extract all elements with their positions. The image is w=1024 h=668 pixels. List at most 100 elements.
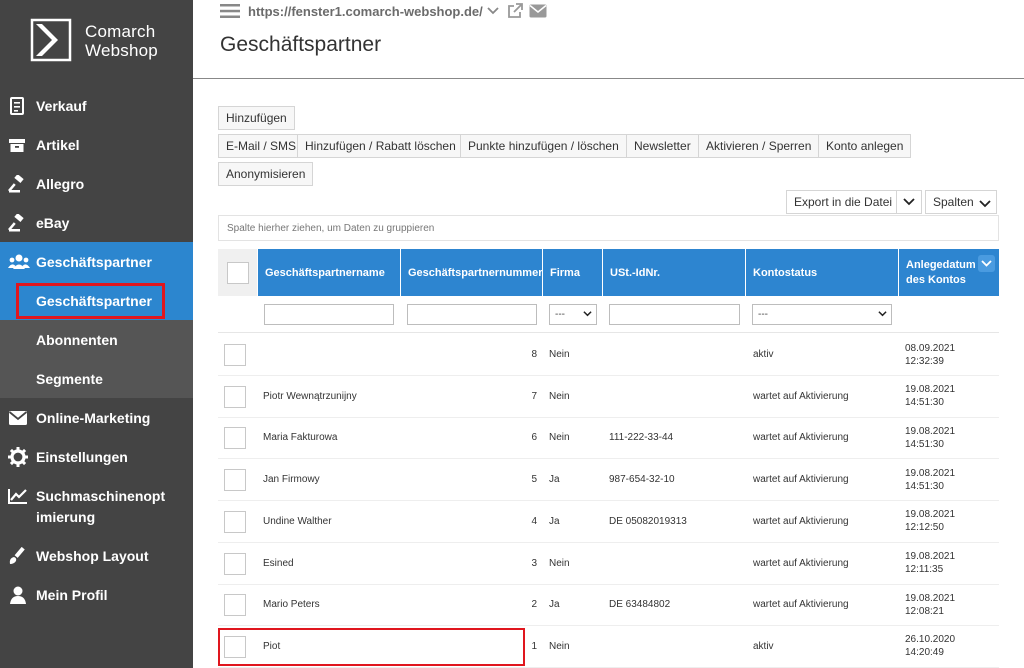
cell-company: Nein [549, 557, 570, 569]
sidebar-item-ebay[interactable]: eBay [0, 203, 193, 242]
sort-chevron-icon[interactable] [978, 255, 995, 272]
column-header-created-line-1: Anlegedatum [906, 258, 976, 271]
column-header-company[interactable]: Firma [542, 249, 602, 296]
sidebar-subitem-abonnenten[interactable]: Abonnenten [0, 320, 193, 359]
table-row[interactable]: Mario Peters 2 Ja DE 63484802 wartet auf Akt… [218, 584, 999, 627]
row-checkbox[interactable] [224, 469, 246, 492]
sidebar-item-mein-profil[interactable]: Mein Profil [0, 575, 193, 614]
row-checkbox[interactable] [224, 594, 246, 617]
sidebar-item-webshop-layout[interactable]: Webshop Layout [0, 536, 193, 575]
table-row[interactable]: Esined 3 Nein wartet auf Aktivierung 19.08.2… [218, 543, 999, 585]
cell-vat: 987-654-32-10 [609, 474, 675, 486]
sidebar-item-artikel[interactable]: Artikel [0, 125, 193, 164]
add-button[interactable]: Hinzufügen [218, 106, 295, 130]
sidebar-item-allegro[interactable]: Allegro [0, 164, 193, 203]
page-title: Geschäftspartner [220, 33, 382, 56]
column-header-vat[interactable]: USt.-IdNr. [602, 249, 745, 296]
newsletter-button[interactable]: Newsletter [626, 134, 699, 158]
logo-line-1: Comarch [85, 22, 156, 41]
cell-created-date: 08.09.2021 [905, 342, 956, 354]
filter-vat-input[interactable] [609, 304, 740, 325]
cell-vat [609, 376, 744, 417]
row-checkbox[interactable] [224, 427, 246, 450]
envelope-icon[interactable] [529, 4, 547, 18]
group-drop-zone[interactable]: Spalte hierher ziehen, um Daten zu grupp… [218, 215, 999, 241]
sidebar-subitem-segmente[interactable]: Segmente [0, 359, 193, 398]
shop-url-link[interactable]: https://fenster1.comarch-webshop.de/ [248, 4, 483, 19]
table-row[interactable]: Undine Walther 4 Ja DE 05082019313 wartet au… [218, 501, 999, 543]
cell-name: Piot [263, 640, 281, 652]
anonymize-button[interactable]: Anonymisieren [218, 162, 314, 186]
sidebar-item-online-marketing[interactable]: Online-Marketing [0, 398, 193, 437]
select-all-cell [218, 249, 257, 296]
comarch-logo-icon [30, 18, 72, 62]
email-sms-button[interactable]: E-Mail / SMS [218, 134, 305, 158]
chevron-down-icon[interactable] [487, 6, 499, 16]
column-header-created[interactable]: Anlegedatum des Kontos [898, 249, 999, 296]
points-button[interactable]: Punkte hinzufügen / löschen [460, 134, 627, 158]
discount-button[interactable]: Hinzufügen / Rabatt löschen [297, 134, 464, 158]
sidebar-item-geschaeftspartner[interactable]: Geschäftspartner [0, 242, 193, 281]
column-header-name[interactable]: Geschäftspartnername [257, 249, 400, 296]
external-link-icon[interactable] [507, 3, 523, 19]
cell-number: 4 [531, 515, 537, 527]
filter-number-input[interactable] [407, 304, 537, 325]
create-account-button[interactable]: Konto anlegen [818, 134, 912, 158]
envelope-icon [0, 410, 36, 426]
cell-vat [609, 334, 744, 375]
filter-name-input[interactable] [264, 304, 394, 325]
sidebar-item-label: eBay [36, 214, 70, 231]
hamburger-menu-icon[interactable] [220, 3, 240, 19]
table-row[interactable]: Jan Firmowy 5 Ja 987-654-32-10 wartet auf Ak… [218, 459, 999, 502]
cell-company: Nein [549, 390, 570, 402]
cell-created: 19.08.2021 12:08:21 [905, 584, 995, 625]
cell-created-time: 14:51:30 [905, 438, 944, 450]
column-header-status[interactable]: Kontostatus [745, 249, 898, 296]
export-dropdown[interactable]: Export in die Datei [786, 190, 922, 214]
table-row[interactable]: Piot 1 Nein aktiv 26.10.2020 14:20:49 [218, 626, 999, 668]
sidebar-item-label: Mein Profil [36, 586, 108, 603]
cell-created: 19.08.2021 12:11:35 [905, 543, 995, 584]
columns-dropdown[interactable]: Spalten [925, 190, 997, 214]
sidebar-item-label: Geschäftspartner [36, 253, 152, 270]
column-header-created-line-2: des Kontos [906, 273, 966, 286]
row-checkbox[interactable] [224, 552, 246, 575]
sidebar-item-suchmaschinenoptimierung[interactable]: Suchmaschinenopt imierung [0, 486, 193, 530]
logo[interactable]: Comarch Webshop [0, 0, 193, 84]
cell-vat: 111-222-33-44 [609, 432, 674, 444]
select-all-checkbox[interactable] [226, 261, 249, 284]
row-checkbox[interactable] [224, 344, 246, 366]
sidebar-item-label-line-1: Suchmaschinenopt [36, 488, 166, 504]
cell-company: Nein [549, 640, 570, 652]
cell-number: 2 [531, 599, 537, 611]
row-checkbox[interactable] [224, 510, 246, 533]
cell-created-date: 19.08.2021 [905, 592, 956, 604]
table-row[interactable]: 8 Nein aktiv 08.09.2021 12:32:39 [218, 334, 999, 376]
cell-company: Ja [549, 599, 560, 611]
cell-created-date: 19.08.2021 [905, 509, 956, 521]
cell-status: wartet auf Aktivierung [753, 557, 849, 569]
cell-created-time: 12:11:35 [905, 564, 944, 575]
activate-block-button[interactable]: Aktivieren / Sperren [698, 134, 820, 158]
sidebar-item-verkauf[interactable]: Verkauf [0, 86, 193, 125]
logo-line-2: Webshop [85, 41, 158, 60]
cell-created-time: 14:51:30 [905, 397, 944, 409]
row-checkbox[interactable] [224, 385, 246, 408]
export-label: Export in die Datei [794, 195, 893, 209]
cell-number: 3 [531, 557, 537, 569]
column-header-number[interactable]: Geschäftspartnernummer [400, 249, 543, 296]
row-checkbox[interactable] [224, 635, 246, 658]
columns-label: Spalten [933, 195, 974, 209]
table-row[interactable]: Piotr Wewnątrzunijny 7 Nein wartet auf Akti… [218, 376, 999, 418]
user-icon [0, 585, 36, 605]
sidebar-subitem-geschaeftspartner[interactable]: Geschäftspartner [0, 281, 193, 320]
cell-number: 5 [531, 474, 537, 486]
filter-company-select[interactable]: --- [549, 304, 597, 325]
cell-created-date: 19.08.2021 [905, 551, 956, 562]
sidebar-item-label: Verkauf [36, 97, 87, 114]
sidebar-item-einstellungen[interactable]: Einstellungen [0, 437, 193, 476]
table-row[interactable]: Maria Fakturowa 6 Nein 111-222-33-44 wartet … [218, 417, 999, 460]
filter-status-select[interactable]: --- [752, 304, 892, 325]
sidebar-item-label: Allegro [36, 175, 85, 192]
cell-created: 19.08.2021 14:51:30 [905, 459, 995, 500]
